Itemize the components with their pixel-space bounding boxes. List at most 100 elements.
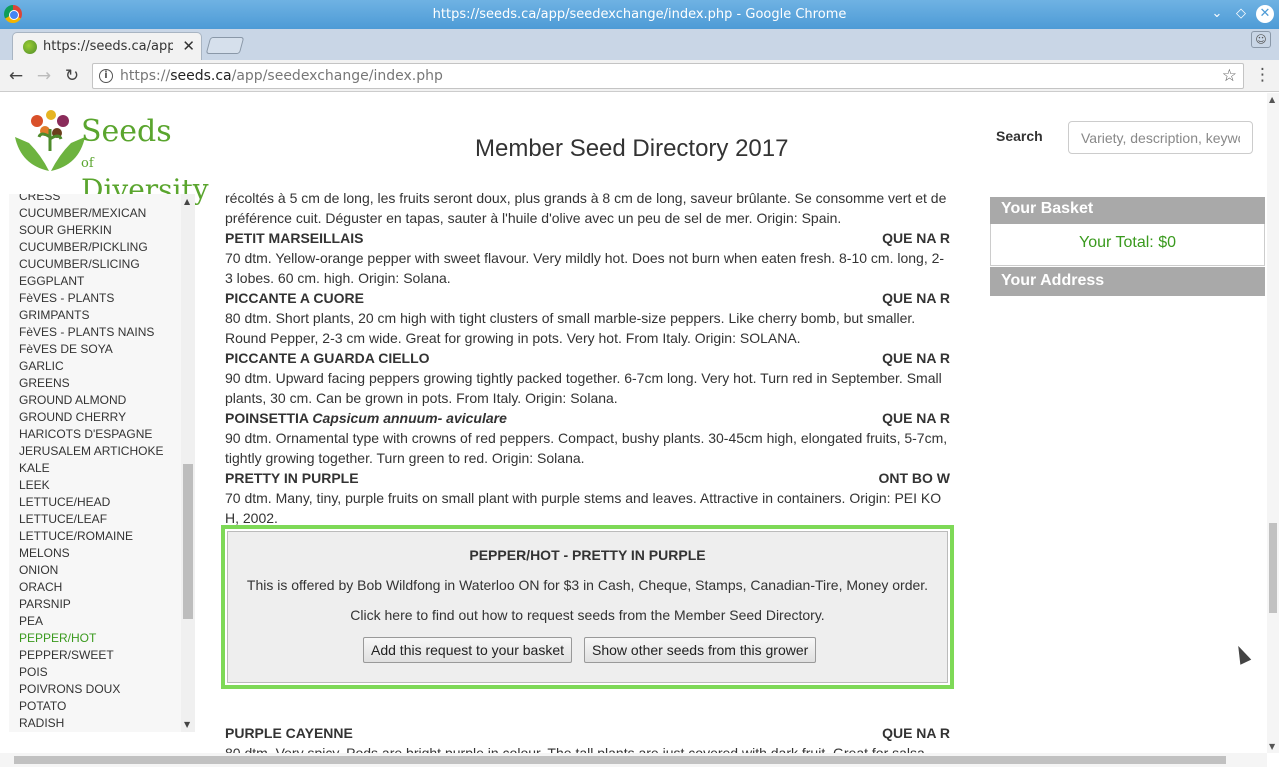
page-scroll-thumb[interactable] bbox=[1269, 523, 1277, 613]
maximize-icon[interactable]: ◇ bbox=[1232, 5, 1250, 23]
browser-toolbar: ← → ↻ i https://seeds.ca/app/seedexchang… bbox=[0, 60, 1279, 92]
category-item[interactable]: SOUR GHERKIN bbox=[19, 222, 163, 239]
seed-description: 70 dtm. Yellow-orange pepper with sweet … bbox=[225, 250, 945, 286]
address-bar[interactable]: i https://seeds.ca/app/seedexchange/inde… bbox=[92, 63, 1244, 89]
seed-grower: QUE NA R bbox=[882, 230, 950, 246]
add-to-basket-button[interactable]: Add this request to your basket bbox=[363, 637, 572, 663]
seed-grower: QUE NA R bbox=[882, 725, 950, 741]
category-item[interactable]: POTATO bbox=[19, 698, 163, 715]
url-text: https://seeds.ca/app/seedexchange/index.… bbox=[120, 68, 443, 84]
browser-tab[interactable]: https://seeds.ca/app/ ✕ bbox=[12, 32, 202, 60]
seed-name: PICCANTE A GUARDA CIELLO bbox=[225, 350, 430, 366]
category-item[interactable]: FèVES DE SOYA bbox=[19, 341, 163, 358]
category-item[interactable]: FèVES - PLANTS bbox=[19, 290, 163, 307]
seed-entry[interactable]: PRETTY IN PURPLE ONT BO W 70 dtm. Many, ti… bbox=[225, 468, 950, 528]
tab-label: https://seeds.ca/app/ bbox=[43, 39, 173, 54]
category-item[interactable]: GRIMPANTS bbox=[19, 307, 163, 324]
seed-description: 70 dtm. Many, tiny, purple fruits on sma… bbox=[225, 490, 942, 526]
category-item[interactable]: MELONS bbox=[19, 545, 163, 562]
seed-description: 80 dtm. Short plants, 20 cm high with ti… bbox=[225, 310, 916, 346]
category-item[interactable]: GROUND CHERRY bbox=[19, 409, 163, 426]
category-item[interactable]: GROUND ALMOND bbox=[19, 392, 163, 409]
category-item[interactable]: LETTUCE/LEAF bbox=[19, 511, 163, 528]
page-hscroll-thumb[interactable] bbox=[14, 756, 1226, 764]
seed-grower: QUE NA R bbox=[882, 350, 950, 366]
back-icon[interactable]: ← bbox=[6, 66, 26, 86]
logo-text: Seeds of Diversity bbox=[81, 114, 209, 206]
seed-entry[interactable]: PICCANTE A GUARDA CIELLO QUE NA R 90 dtm. … bbox=[225, 348, 950, 408]
category-item[interactable]: PARSNIP bbox=[19, 596, 163, 613]
category-item[interactable]: KALE bbox=[19, 460, 163, 477]
category-item[interactable]: CUCUMBER/SLICING bbox=[19, 256, 163, 273]
show-grower-seeds-button[interactable]: Show other seeds from this grower bbox=[584, 637, 817, 663]
category-item[interactable]: FèVES - PLANTS NAINS bbox=[19, 324, 163, 341]
category-item[interactable]: CUCUMBER/MEXICAN bbox=[19, 205, 163, 222]
forward-icon[interactable]: → bbox=[34, 66, 54, 86]
category-list[interactable]: CRESS CUCUMBER/MEXICAN SOUR GHERKIN CUCUMBE… bbox=[9, 194, 195, 732]
category-item[interactable]: ORACH bbox=[19, 579, 163, 596]
page-content: Seeds of Diversity Member Seed Directory… bbox=[0, 93, 1267, 753]
category-item[interactable]: PEA bbox=[19, 613, 163, 630]
address-heading[interactable]: Your Address bbox=[990, 267, 1265, 296]
page-scroll-down-icon[interactable]: ▼ bbox=[1269, 742, 1275, 751]
seed-grower: ONT BO W bbox=[878, 470, 950, 486]
page-horizontal-scrollbar[interactable] bbox=[0, 753, 1267, 767]
seed-detail-panel: PEPPER/HOT - PRETTY IN PURPLE This is of… bbox=[221, 525, 954, 689]
category-item[interactable]: ONION bbox=[19, 562, 163, 579]
how-to-request-link[interactable]: Click here to find out how to request se… bbox=[228, 607, 947, 623]
category-item[interactable]: HARICOTS D'ESPAGNE bbox=[19, 426, 163, 443]
category-item[interactable]: POIS bbox=[19, 664, 163, 681]
search-label: Search bbox=[996, 128, 1043, 144]
category-item[interactable]: CRESS bbox=[19, 194, 163, 205]
category-scroll-thumb[interactable] bbox=[183, 464, 193, 619]
chrome-menu-icon[interactable]: ⋮ bbox=[1254, 65, 1271, 85]
scroll-down-icon[interactable]: ▼ bbox=[184, 720, 190, 729]
detail-offer: This is offered by Bob Wildfong in Water… bbox=[246, 577, 929, 593]
category-item[interactable]: PEPPER/SWEET bbox=[19, 647, 163, 664]
seed-name: POINSETTIA bbox=[225, 410, 309, 426]
mouse-cursor-icon bbox=[1232, 643, 1252, 665]
page-vertical-scrollbar[interactable]: ▲ ▼ bbox=[1267, 93, 1279, 753]
profile-icon[interactable]: ☺ bbox=[1251, 31, 1271, 48]
site-info-icon[interactable]: i bbox=[99, 69, 113, 83]
category-item[interactable]: LEEK bbox=[19, 477, 163, 494]
search-input[interactable] bbox=[1068, 121, 1253, 154]
favicon-icon bbox=[23, 40, 37, 54]
bookmark-star-icon[interactable]: ☆ bbox=[1222, 66, 1237, 86]
seed-name: PICCANTE A CUORE bbox=[225, 290, 364, 306]
category-items: CRESS CUCUMBER/MEXICAN SOUR GHERKIN CUCUMBE… bbox=[19, 194, 163, 732]
category-item[interactable]: EGGPLANT bbox=[19, 273, 163, 290]
basket-heading: Your Basket bbox=[990, 197, 1265, 224]
basket-total: Your Total: $0 bbox=[990, 224, 1265, 266]
category-item[interactable]: GARLIC bbox=[19, 358, 163, 375]
new-tab-button[interactable] bbox=[205, 37, 245, 54]
category-item[interactable]: PEPPER/HOT bbox=[19, 630, 163, 647]
seed-species: Capsicum annuum- aviculare bbox=[312, 410, 507, 426]
detail-title: PEPPER/HOT - PRETTY IN PURPLE bbox=[469, 547, 706, 563]
seed-entry[interactable]: POINSETTIA Capsicum annuum- aviculare QUE… bbox=[225, 408, 950, 468]
seed-description: 90 dtm. Ornamental type with crowns of r… bbox=[225, 430, 948, 466]
tab-strip: https://seeds.ca/app/ ✕ ☺ bbox=[0, 29, 1279, 60]
seed-description-intro: récoltés à 5 cm de long, les fruits sero… bbox=[225, 190, 947, 226]
category-item[interactable]: CUCUMBER/PICKLING bbox=[19, 239, 163, 256]
seed-entry[interactable]: PICCANTE A CUORE QUE NA R 80 dtm. Short pl… bbox=[225, 288, 950, 348]
close-window-icon[interactable]: ✕ bbox=[1256, 5, 1274, 23]
scroll-up-icon[interactable]: ▲ bbox=[184, 197, 190, 206]
category-item[interactable]: POIVRONS DOUX bbox=[19, 681, 163, 698]
close-tab-icon[interactable]: ✕ bbox=[182, 37, 195, 55]
seed-entry[interactable]: PETIT MARSEILLAIS QUE NA R 70 dtm. Yellow-… bbox=[225, 228, 950, 288]
next-seed[interactable]: PURPLE CAYENNE QUE NA R 80 dtm. Very spic… bbox=[225, 723, 950, 753]
page-scroll-up-icon[interactable]: ▲ bbox=[1269, 95, 1275, 104]
category-scrollbar[interactable]: ▲ ▼ bbox=[181, 194, 195, 732]
category-item[interactable]: RADISH bbox=[19, 715, 163, 732]
seed-grower: QUE NA R bbox=[882, 410, 950, 426]
seed-description: 90 dtm. Upward facing peppers growing ti… bbox=[225, 370, 942, 406]
reload-icon[interactable]: ↻ bbox=[62, 66, 82, 86]
category-item[interactable]: LETTUCE/ROMAINE bbox=[19, 528, 163, 545]
category-item[interactable]: LETTUCE/HEAD bbox=[19, 494, 163, 511]
category-item[interactable]: GREENS bbox=[19, 375, 163, 392]
category-item[interactable]: JERUSALEM ARTICHOKE bbox=[19, 443, 163, 460]
minimize-icon[interactable]: ⌄ bbox=[1208, 5, 1226, 23]
seed-grower: QUE NA R bbox=[882, 290, 950, 306]
seeds-of-diversity-logo[interactable]: Seeds of Diversity bbox=[11, 103, 209, 204]
